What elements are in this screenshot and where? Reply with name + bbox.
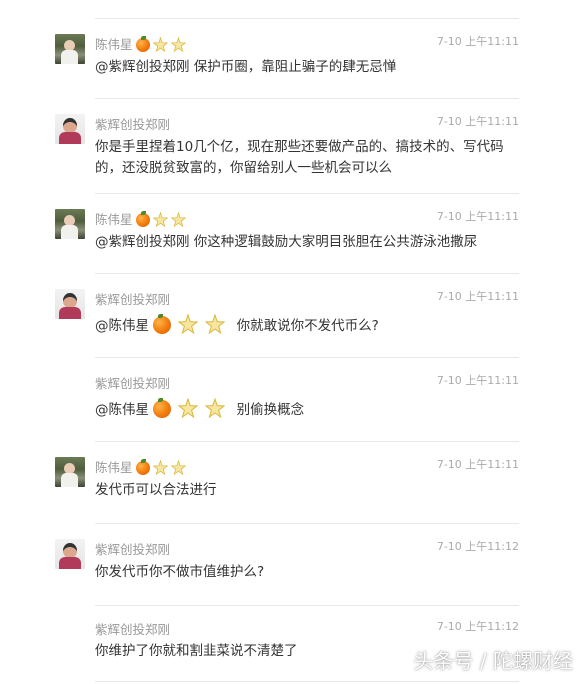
star-icon <box>170 460 186 475</box>
timestamp: 7-10 上午11:12 <box>436 540 519 553</box>
mention-link[interactable]: @紫辉创投郑刚 <box>95 234 190 250</box>
author-name[interactable]: 紫辉创投郑刚 <box>95 292 170 308</box>
divider <box>95 441 519 442</box>
author-name[interactable]: 陈伟星 <box>95 36 189 56</box>
watermark: 头条号 / 陀螺财经 <box>413 649 573 673</box>
timestamp: 7-10 上午11:11 <box>436 374 519 387</box>
star-icon <box>170 212 186 227</box>
timestamp: 7-10 上午11:12 <box>436 620 519 633</box>
mention-link[interactable]: @陈伟星 <box>95 402 149 418</box>
author-name[interactable]: 陈伟星 <box>95 459 189 479</box>
comment-feed: 陈伟星 7-10 上午11:11 @紫辉创投郑刚 保护币圈，靠阻止骗子的肆无忌惮… <box>0 0 587 684</box>
avatar[interactable] <box>55 457 85 487</box>
author-name[interactable]: 紫辉创投郑刚 <box>95 117 170 133</box>
timestamp: 7-10 上午11:11 <box>436 115 519 128</box>
mention-link[interactable]: @陈伟星 <box>95 318 149 334</box>
orange-icon <box>153 314 172 334</box>
mention-link[interactable]: @紫辉创投郑刚 <box>95 59 190 75</box>
star-icon <box>205 314 226 334</box>
avatar[interactable] <box>55 34 85 64</box>
comment-text: 你发代币你不做市值维护么? <box>95 564 265 580</box>
comment-text: @紫辉创投郑刚 你这种逻辑鼓励大家明目张胆在公共游泳池撒尿 <box>95 234 478 250</box>
star-icon <box>152 212 168 227</box>
orange-icon <box>135 211 150 227</box>
divider <box>95 605 519 606</box>
orange-icon <box>135 459 150 475</box>
author-name[interactable]: 陈伟星 <box>95 211 189 231</box>
star-icon <box>170 37 186 52</box>
comment-text: @紫辉创投郑刚 保护币圈，靠阻止骗子的肆无忌惮 <box>95 59 397 75</box>
comment-text: 发代币可以合法进行 <box>95 482 217 498</box>
orange-icon <box>135 36 150 52</box>
author-name[interactable]: 紫辉创投郑刚 <box>95 542 170 558</box>
divider <box>95 18 519 19</box>
author-name[interactable]: 紫辉创投郑刚 <box>95 376 170 392</box>
avatar[interactable] <box>55 209 85 239</box>
timestamp: 7-10 上午11:11 <box>436 290 519 303</box>
star-icon <box>152 37 168 52</box>
star-icon <box>178 398 199 418</box>
divider <box>95 193 519 194</box>
divider <box>95 357 519 358</box>
timestamp: 7-10 上午11:11 <box>436 210 519 223</box>
avatar[interactable] <box>55 289 85 319</box>
divider <box>95 523 519 524</box>
star-icon <box>178 314 199 334</box>
comment-text: @陈伟星 你就敢说你不发代币么? <box>95 314 520 341</box>
timestamp: 7-10 上午11:11 <box>436 458 519 471</box>
orange-icon <box>153 398 172 418</box>
author-name[interactable]: 紫辉创投郑刚 <box>95 622 170 638</box>
timestamp: 7-10 上午11:11 <box>436 35 519 48</box>
comment-text: @陈伟星 别偷换概念 <box>95 398 520 425</box>
divider <box>95 273 519 274</box>
star-icon <box>152 460 168 475</box>
star-icon <box>205 398 226 418</box>
divider <box>95 98 519 99</box>
divider <box>95 681 519 682</box>
avatar[interactable] <box>55 539 85 569</box>
comment-text: 你是手里捏着10几个亿，现在那些还要做产品的、搞技术的、写代码的，还没脱贫致富的… <box>95 139 504 176</box>
avatar[interactable] <box>55 114 85 144</box>
